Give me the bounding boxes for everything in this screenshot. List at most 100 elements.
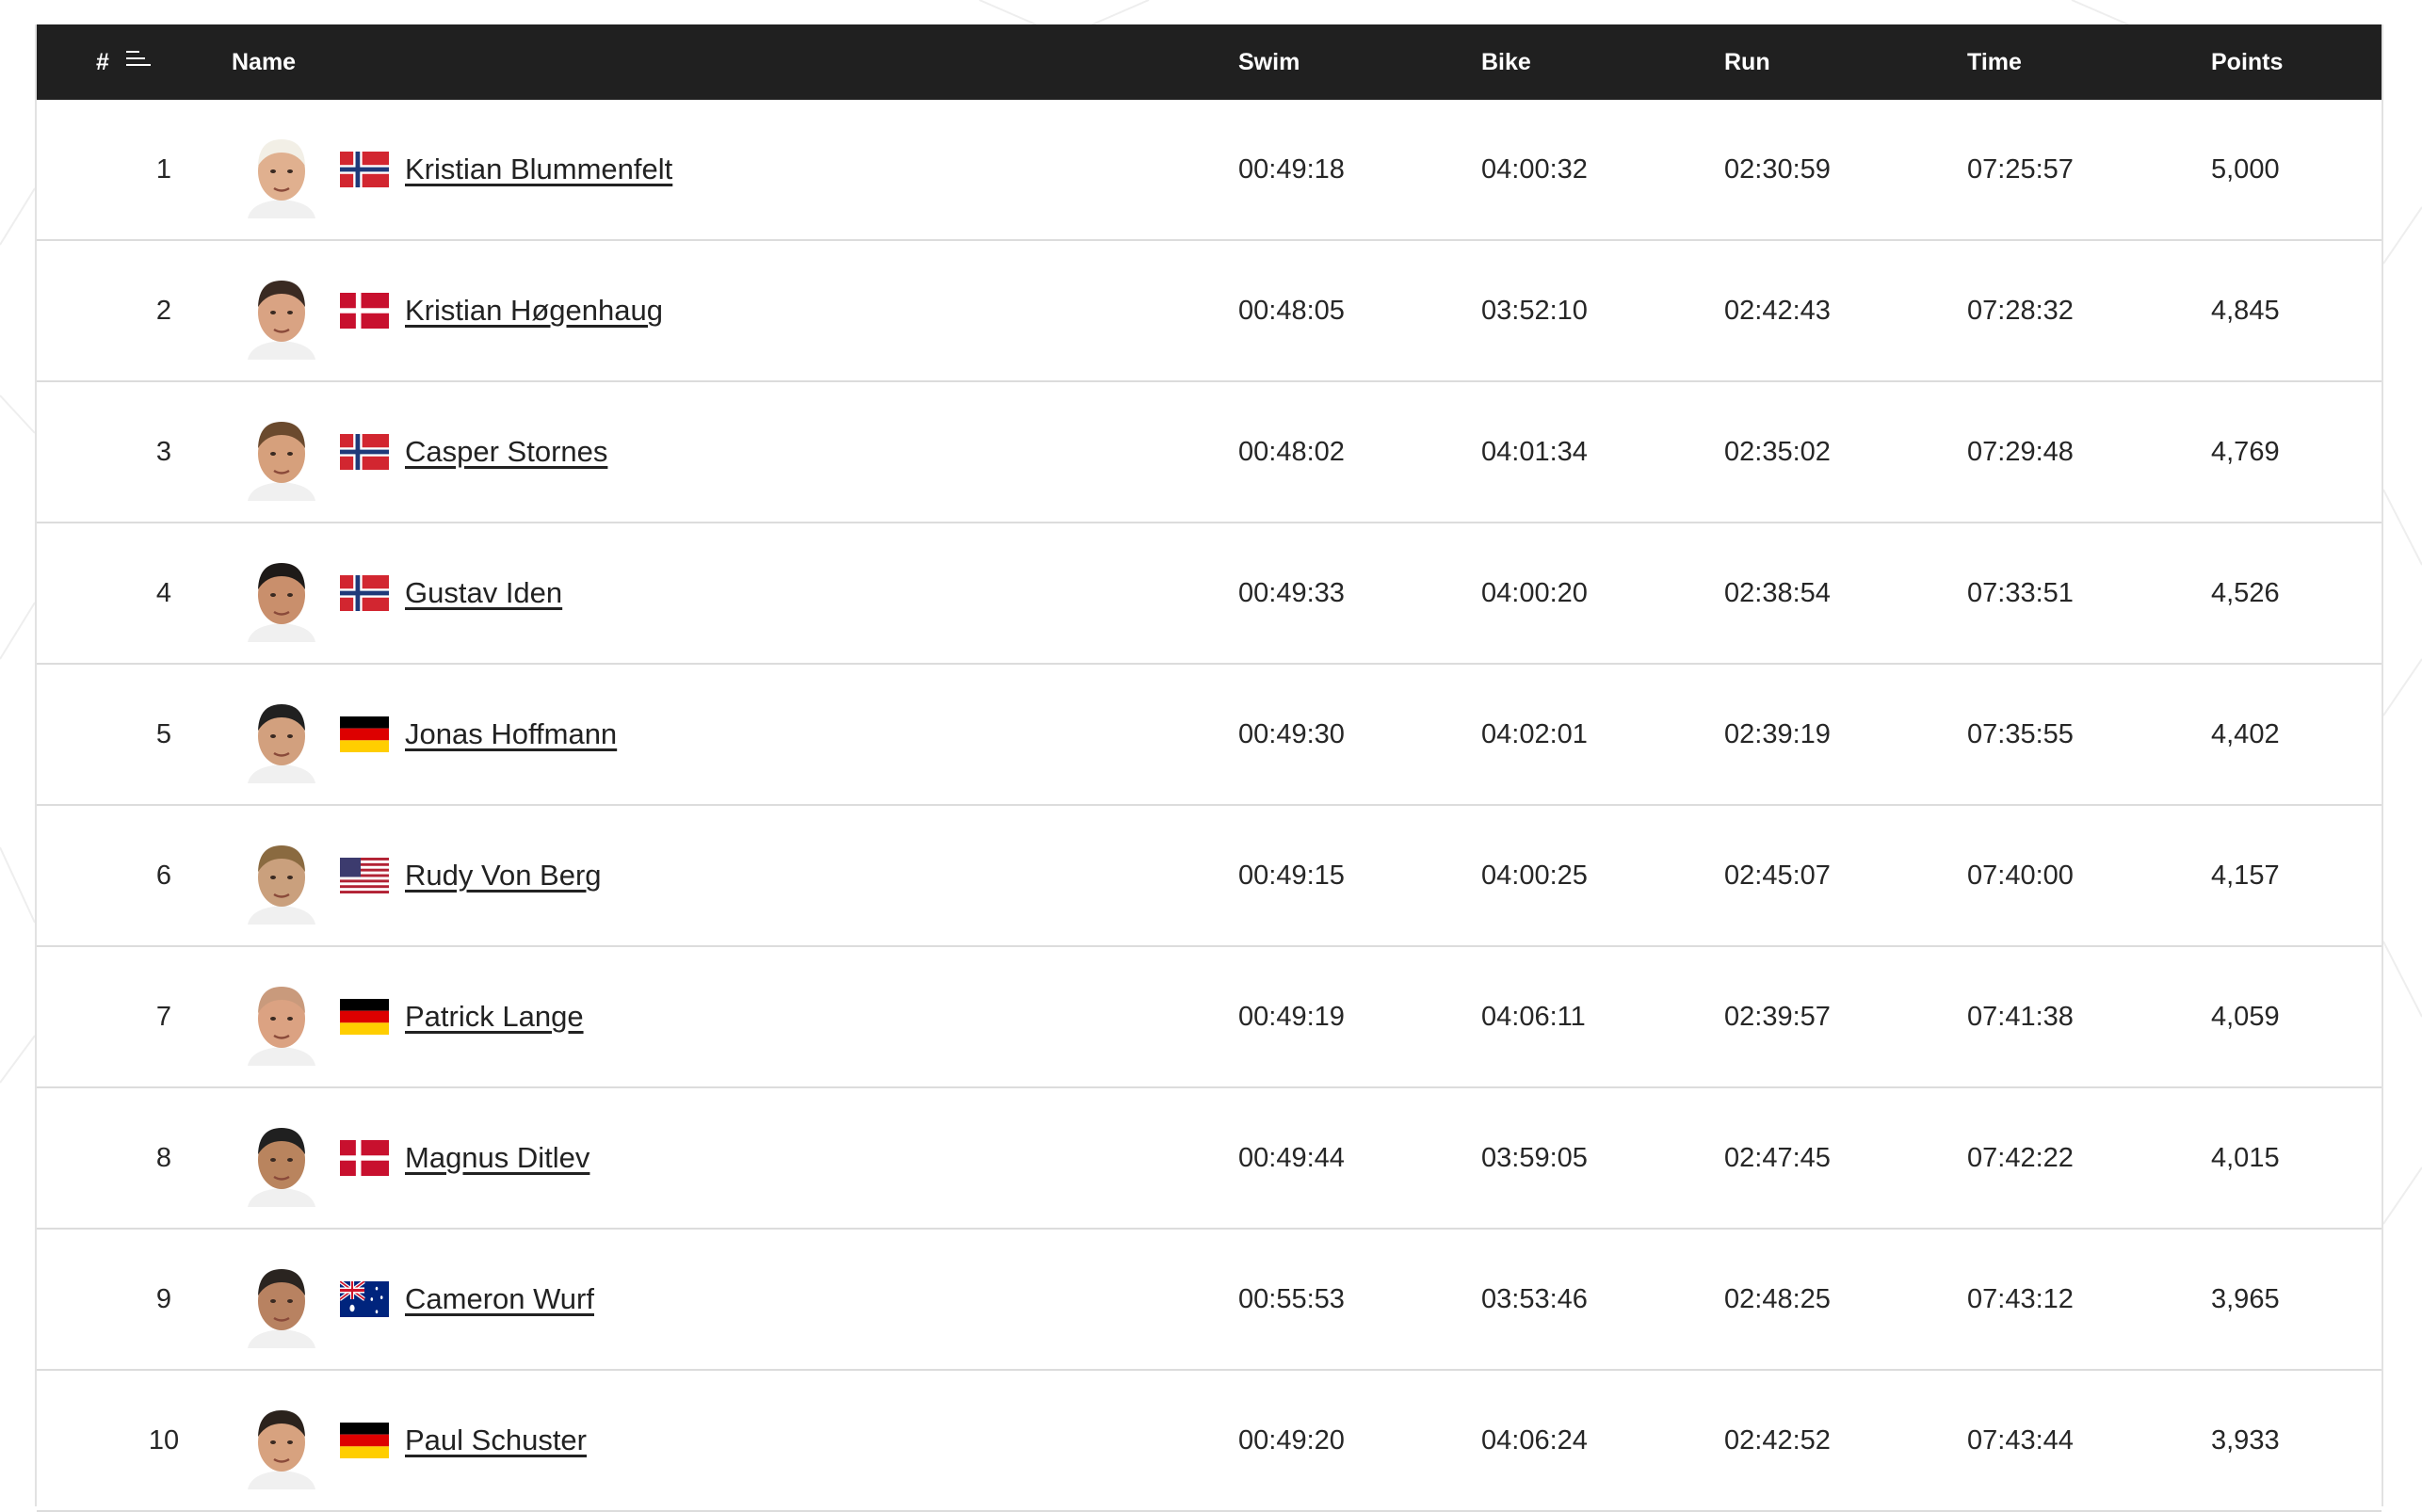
athlete-name-link[interactable]: Gustav Iden	[405, 523, 562, 663]
run-cell: 02:42:43	[1724, 296, 1831, 326]
denmark-flag-icon	[340, 1140, 389, 1176]
run-cell: 02:45:07	[1724, 861, 1831, 891]
points-cell: 4,845	[2211, 296, 2280, 326]
germany-flag-icon	[340, 716, 389, 752]
athlete-name-link[interactable]: Magnus Ditlev	[405, 1088, 589, 1228]
time-cell: 07:41:38	[1967, 1002, 2074, 1032]
rank-cell: 8	[155, 1143, 172, 1173]
bike-cell: 03:53:46	[1481, 1284, 1588, 1314]
sort-icon[interactable]	[126, 51, 153, 72]
athlete-avatar	[242, 1118, 321, 1207]
swim-cell: 00:49:18	[1238, 154, 1345, 185]
germany-flag-icon	[340, 1423, 389, 1458]
bike-cell: 03:52:10	[1481, 296, 1588, 326]
table-row: 8 Magnus Ditlev 00:49:44 03:59:05 02:47:45 07…	[37, 1088, 2382, 1230]
column-header-points[interactable]: Points	[2211, 24, 2283, 100]
table-row: 6 Rudy Von Berg 00:49:15 04:00:25 02:45:07 07…	[37, 806, 2382, 947]
time-cell: 07:25:57	[1967, 154, 2074, 185]
norway-flag-icon	[340, 434, 389, 470]
points-cell: 4,157	[2211, 861, 2280, 891]
athlete-avatar	[242, 1260, 321, 1348]
bike-cell: 04:00:20	[1481, 578, 1588, 608]
rank-cell: 10	[148, 1425, 180, 1456]
run-cell: 02:48:25	[1724, 1284, 1831, 1314]
bike-cell: 04:00:25	[1481, 861, 1588, 891]
athlete-name-link[interactable]: Rudy Von Berg	[405, 806, 602, 945]
results-table: # Name Swim Bike Run Time Points 1 Kristi…	[35, 24, 2383, 1512]
norway-flag-icon	[340, 152, 389, 187]
table-row: 1 Kristian Blummenfelt 00:49:18 04:00:32 02:…	[37, 100, 2382, 241]
rank-cell: 6	[155, 861, 172, 891]
bike-cell: 04:00:32	[1481, 154, 1588, 185]
column-header-swim[interactable]: Swim	[1238, 24, 1300, 100]
points-cell: 4,059	[2211, 1002, 2280, 1032]
rank-cell: 5	[155, 719, 172, 749]
athlete-avatar	[242, 412, 321, 501]
swim-cell: 00:48:02	[1238, 437, 1345, 467]
rank-cell: 2	[155, 296, 172, 326]
bike-cell: 04:02:01	[1481, 719, 1588, 749]
time-cell: 07:35:55	[1967, 719, 2074, 749]
usa-flag-icon	[340, 858, 389, 893]
athlete-name-link[interactable]: Paul Schuster	[405, 1371, 587, 1510]
rank-cell: 3	[155, 437, 172, 467]
points-cell: 4,015	[2211, 1143, 2280, 1173]
table-row: 5 Jonas Hoffmann 00:49:30 04:02:01 02:39:19 0…	[37, 665, 2382, 806]
rank-cell: 4	[155, 578, 172, 608]
bike-cell: 04:06:11	[1481, 1002, 1586, 1032]
swim-cell: 00:49:30	[1238, 719, 1345, 749]
rank-cell: 9	[155, 1284, 172, 1314]
run-cell: 02:39:57	[1724, 1002, 1831, 1032]
points-cell: 5,000	[2211, 154, 2280, 185]
table-row: 9 Cameron Wurf 00:55:53 03:53:46 02:48:25 07:…	[37, 1230, 2382, 1371]
column-header-rank[interactable]: #	[96, 24, 109, 100]
swim-cell: 00:48:05	[1238, 296, 1345, 326]
table-header: # Name Swim Bike Run Time Points	[37, 24, 2382, 100]
swim-cell: 00:49:33	[1238, 578, 1345, 608]
athlete-name-link[interactable]: Jonas Hoffmann	[405, 665, 617, 804]
athlete-name-link[interactable]: Kristian Høgenhaug	[405, 241, 663, 380]
column-header-bike[interactable]: Bike	[1481, 24, 1531, 100]
athlete-avatar	[242, 554, 321, 642]
table-row: 3 Casper Stornes 00:48:02 04:01:34 02:35:02 0…	[37, 382, 2382, 523]
run-cell: 02:38:54	[1724, 578, 1831, 608]
table-row: 10 Paul Schuster 00:49:20 04:06:24 02:42:52 0…	[37, 1371, 2382, 1512]
denmark-flag-icon	[340, 293, 389, 329]
table-row: 7 Patrick Lange 00:49:19 04:06:11 02:39:57 07…	[37, 947, 2382, 1088]
swim-cell: 00:55:53	[1238, 1284, 1345, 1314]
rank-cell: 1	[155, 154, 172, 185]
time-cell: 07:43:12	[1967, 1284, 2074, 1314]
time-cell: 07:33:51	[1967, 578, 2074, 608]
points-cell: 4,526	[2211, 578, 2280, 608]
rank-cell: 7	[155, 1002, 172, 1032]
points-cell: 4,769	[2211, 437, 2280, 467]
run-cell: 02:42:52	[1724, 1425, 1831, 1456]
athlete-avatar	[242, 130, 321, 218]
athlete-name-link[interactable]: Patrick Lange	[405, 947, 584, 1086]
points-cell: 3,933	[2211, 1425, 2280, 1456]
bike-cell: 04:06:24	[1481, 1425, 1588, 1456]
points-cell: 3,965	[2211, 1284, 2280, 1314]
athlete-avatar	[242, 1401, 321, 1489]
norway-flag-icon	[340, 575, 389, 611]
column-header-run[interactable]: Run	[1724, 24, 1770, 100]
run-cell: 02:47:45	[1724, 1143, 1831, 1173]
swim-cell: 00:49:20	[1238, 1425, 1345, 1456]
athlete-name-link[interactable]: Cameron Wurf	[405, 1230, 594, 1369]
table-row: 2 Kristian Høgenhaug 00:48:05 03:52:10 02:42…	[37, 241, 2382, 382]
time-cell: 07:29:48	[1967, 437, 2074, 467]
column-header-name[interactable]: Name	[232, 24, 296, 100]
athlete-name-link[interactable]: Casper Stornes	[405, 382, 607, 522]
athlete-name-link[interactable]: Kristian Blummenfelt	[405, 100, 672, 239]
run-cell: 02:30:59	[1724, 154, 1831, 185]
time-cell: 07:42:22	[1967, 1143, 2074, 1173]
column-header-time[interactable]: Time	[1967, 24, 2022, 100]
run-cell: 02:35:02	[1724, 437, 1831, 467]
time-cell: 07:28:32	[1967, 296, 2074, 326]
table-row: 4 Gustav Iden 00:49:33 04:00:20 02:38:54 07:3…	[37, 523, 2382, 665]
germany-flag-icon	[340, 999, 389, 1035]
run-cell: 02:39:19	[1724, 719, 1831, 749]
swim-cell: 00:49:19	[1238, 1002, 1345, 1032]
swim-cell: 00:49:44	[1238, 1143, 1345, 1173]
athlete-avatar	[242, 977, 321, 1066]
